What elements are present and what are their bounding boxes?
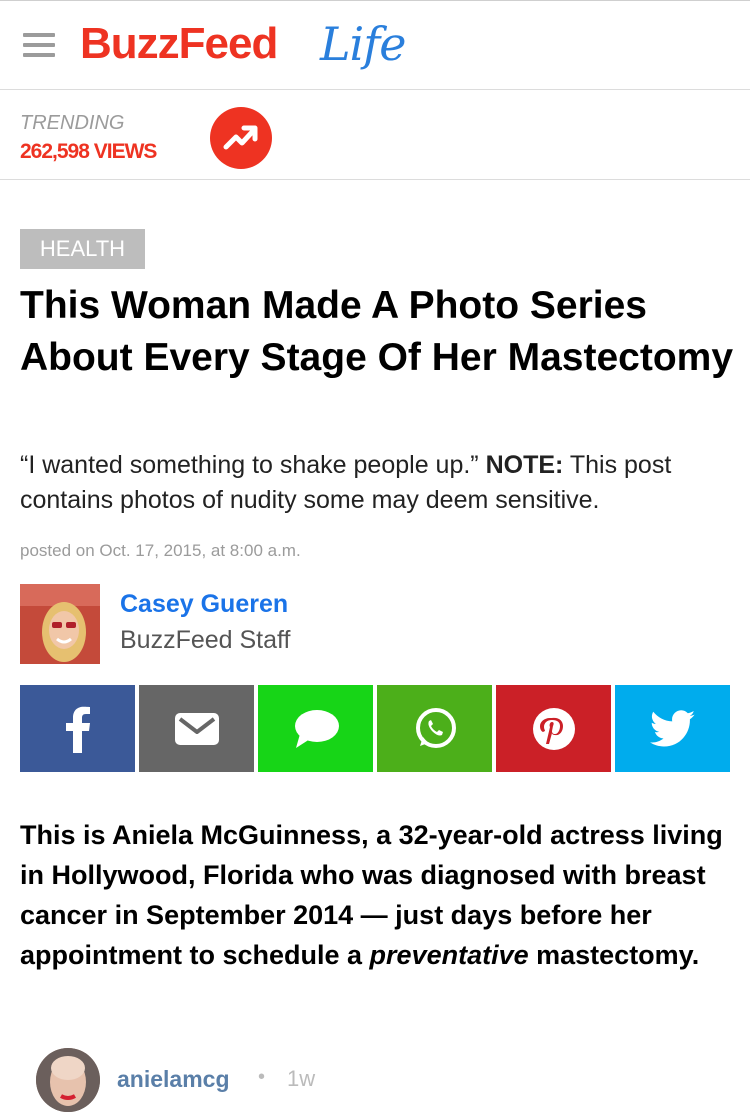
share-whatsapp-button[interactable] — [377, 685, 492, 772]
share-bar — [20, 685, 730, 772]
article-dek: “I wanted something to shake people up.”… — [20, 448, 735, 518]
author-avatar[interactable] — [20, 584, 100, 664]
separator-dot: • — [258, 1066, 266, 1088]
article-paragraph: This is Aniela McGuinness, a 32-year-old… — [20, 815, 735, 975]
paragraph-text-b: mastectomy. — [528, 940, 700, 970]
menu-icon[interactable] — [23, 33, 55, 57]
share-twitter-button[interactable] — [615, 685, 730, 772]
category-tag[interactable]: HEALTH — [20, 229, 145, 269]
instagram-timestamp: 1w — [287, 1066, 316, 1091]
trending-label: TRENDING — [20, 112, 125, 134]
mail-icon — [174, 712, 219, 745]
site-header: BuzzFeed Life — [0, 0, 750, 90]
share-email-button[interactable] — [139, 685, 254, 772]
pinterest-icon — [532, 707, 575, 750]
whatsapp-icon — [415, 707, 456, 748]
dek-quote: “I wanted something to shake people up.” — [20, 451, 486, 479]
life-logo[interactable]: Life — [320, 17, 407, 71]
trending-views: 262,598 VIEWS — [20, 140, 157, 163]
share-facebook-button[interactable] — [20, 685, 135, 772]
trending-arrow-icon[interactable] — [210, 107, 272, 169]
paragraph-emphasis: preventative — [369, 940, 529, 970]
posted-date: posted on Oct. 17, 2015, at 8:00 a.m. — [20, 541, 301, 560]
buzzfeed-logo[interactable]: BuzzFeed — [80, 19, 278, 69]
dek-note-label: NOTE: — [485, 451, 564, 479]
trending-bar: TRENDING 262,598 VIEWS — [0, 90, 750, 180]
article-title: This Woman Made A Photo Series About Eve… — [20, 284, 734, 379]
share-pinterest-button[interactable] — [496, 685, 611, 772]
author-role: BuzzFeed Staff — [120, 626, 291, 654]
share-sms-button[interactable] — [258, 685, 373, 772]
facebook-icon — [65, 706, 90, 753]
chat-bubble-icon — [294, 709, 339, 748]
instagram-avatar[interactable] — [36, 1048, 100, 1112]
instagram-username[interactable]: anielamcg — [117, 1066, 230, 1093]
twitter-icon — [649, 709, 695, 746]
author-name[interactable]: Casey Gueren — [120, 590, 288, 619]
